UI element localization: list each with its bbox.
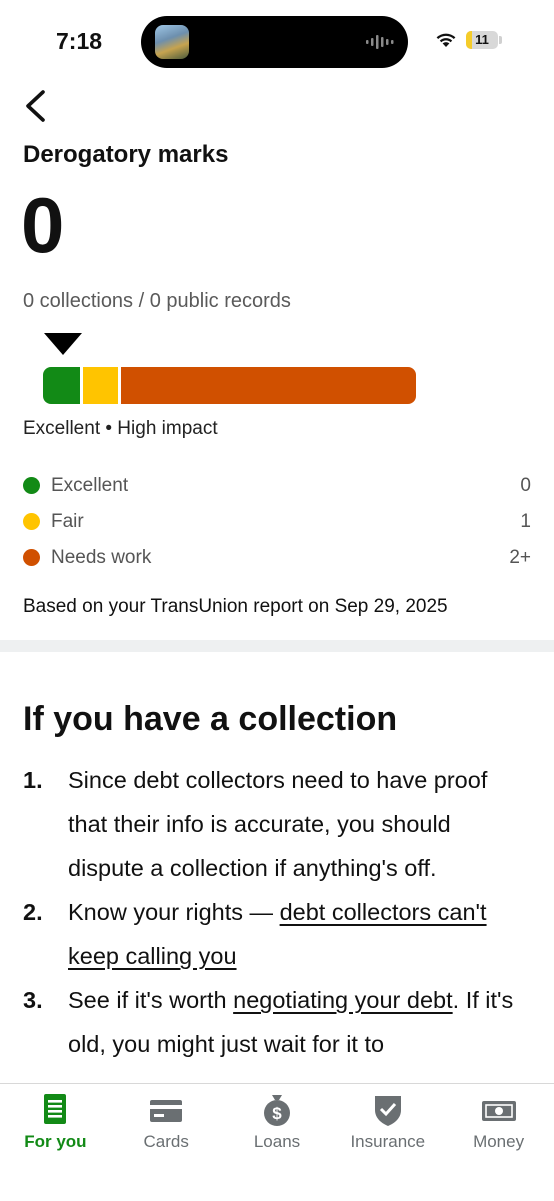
legend-label: Excellent <box>51 475 129 496</box>
list-item: 1. Since debt collectors need to have pr… <box>23 758 528 890</box>
legend-value: 2+ <box>509 547 531 568</box>
list-item: 2. Know your rights — debt collectors ca… <box>23 890 528 978</box>
tab-money[interactable]: Money <box>443 1084 554 1201</box>
step-number: 1. <box>23 767 43 793</box>
banknote-icon <box>481 1101 516 1121</box>
collection-steps-list: 1. Since debt collectors need to have pr… <box>23 758 528 1066</box>
legend-label: Fair <box>51 511 84 532</box>
wifi-icon <box>436 33 456 47</box>
credit-card-icon <box>150 1100 183 1122</box>
rating-scale-bar <box>43 367 416 404</box>
now-playing-artwork <box>155 25 189 59</box>
derogatory-marks-count: 0 <box>21 181 65 269</box>
legend-dot-fair <box>23 513 40 530</box>
battery-percent: 11 <box>475 32 489 47</box>
step-text: Since debt collectors need to have proof… <box>68 767 488 881</box>
rating-label: Excellent • High impact <box>23 418 218 439</box>
tab-label: For you <box>24 1132 87 1151</box>
collection-section-title: If you have a collection <box>23 700 398 738</box>
list-item: 3. See if it's worth negotiating your de… <box>23 978 528 1066</box>
scale-segment-fair <box>83 367 118 404</box>
step-number: 2. <box>23 899 43 925</box>
collections-summary: 0 collections / 0 public records <box>23 290 291 312</box>
status-time: 7:18 <box>56 28 103 54</box>
battery-icon: 11 <box>466 31 498 49</box>
report-source-note: Based on your TransUnion report on Sep 2… <box>23 596 448 617</box>
step-number: 3. <box>23 987 43 1013</box>
tab-for-you[interactable]: For you <box>0 1084 111 1201</box>
document-icon <box>44 1094 67 1124</box>
tab-insurance[interactable]: Insurance <box>332 1084 443 1201</box>
status-bar: 7:18 11 <box>0 0 554 80</box>
tab-label: Insurance <box>350 1132 426 1151</box>
tab-label: Money <box>473 1132 525 1151</box>
page-title: Derogatory marks <box>23 141 229 168</box>
audio-wave-icon <box>366 35 394 49</box>
rating-legend: Excellent 0 Fair 1 Needs work 2+ <box>23 472 531 580</box>
negotiating-debt-link[interactable]: negotiating your debt <box>233 987 453 1013</box>
back-chevron-icon[interactable] <box>20 88 56 124</box>
legend-dot-excellent <box>23 477 40 494</box>
legend-value: 1 <box>520 511 531 532</box>
step-text: See if it's worth <box>68 987 234 1013</box>
rating-pointer-icon <box>44 333 82 355</box>
scale-segment-needs-work <box>121 367 416 404</box>
battery-tip <box>499 36 502 44</box>
tab-cards[interactable]: Cards <box>111 1084 222 1201</box>
shield-check-icon <box>374 1096 401 1126</box>
tab-loans[interactable]: $ Loans <box>222 1084 333 1201</box>
dynamic-island[interactable] <box>141 16 408 68</box>
legend-row-fair: Fair 1 <box>23 508 531 544</box>
legend-row-excellent: Excellent 0 <box>23 472 531 508</box>
scale-segment-excellent <box>43 367 80 404</box>
step-text: Know your rights — <box>68 899 280 925</box>
legend-value: 0 <box>520 475 531 496</box>
tab-label: Loans <box>253 1132 301 1151</box>
svg-text:$: $ <box>272 1104 282 1123</box>
legend-label: Needs work <box>51 547 152 568</box>
legend-row-needs-work: Needs work 2+ <box>23 544 531 580</box>
tab-label: Cards <box>143 1132 189 1151</box>
section-divider <box>0 640 554 652</box>
bottom-tab-bar: For you Cards $ Loans Insurance Money <box>0 1083 554 1201</box>
legend-dot-needs-work <box>23 549 40 566</box>
money-bag-icon: $ <box>263 1095 290 1126</box>
